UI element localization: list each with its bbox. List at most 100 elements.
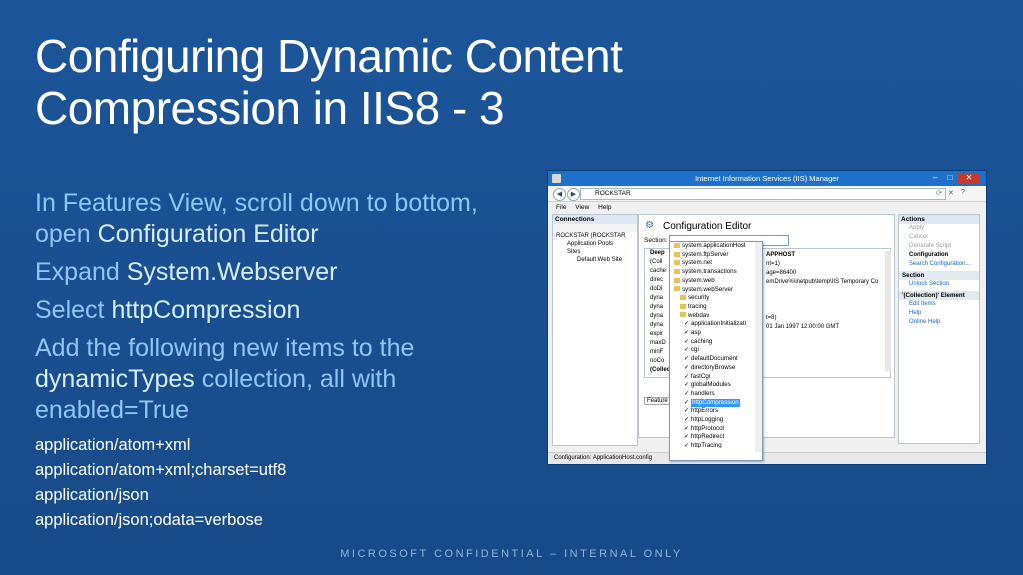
bullet-list: In Features View, scroll down to bottom,…: [35, 188, 535, 533]
dropdown-item[interactable]: ✓ caching: [670, 338, 762, 347]
grid-value: t=8): [766, 315, 777, 321]
mime-type-item: application/json;odata=verbose: [35, 511, 263, 529]
dropdown-item[interactable]: ✓ httpProtocol: [670, 425, 762, 434]
dropdown-item[interactable]: ✓ fastCgi: [670, 373, 762, 382]
dropdown-item[interactable]: system.applicationHost: [670, 242, 762, 251]
dropdown-item[interactable]: system.ftpServer: [670, 251, 762, 260]
maximize-icon[interactable]: □: [943, 173, 957, 183]
forward-icon[interactable]: ▶: [567, 188, 580, 201]
dropdown-item[interactable]: system.transactions: [670, 268, 762, 277]
grid-value: emDrive%\inetpub\temp\IIS Temporary Co: [766, 279, 879, 285]
action-help[interactable]: Help: [899, 309, 979, 318]
tree-server[interactable]: ROCKSTAR (ROCKSTAR: [553, 232, 637, 240]
iis-manager-window: Internet Information Services (IIS) Mana…: [547, 170, 987, 465]
actions-header: Actions: [899, 215, 979, 224]
menu-bar: File View Help: [548, 202, 986, 213]
help-icon[interactable]: ?: [961, 189, 965, 196]
title-line-2: Compression in IIS8 - 3: [35, 82, 505, 134]
dropdown-item-selected[interactable]: ✓ httpCompression: [670, 398, 762, 408]
mime-type-item: application/json: [35, 486, 149, 504]
check-icon: ✓: [684, 398, 691, 406]
check-icon: ✓: [684, 329, 691, 337]
action-cancel[interactable]: Cancel: [899, 233, 979, 242]
check-icon: ✓: [684, 424, 691, 432]
dropdown-item[interactable]: system.net: [670, 259, 762, 268]
folder-icon: [680, 303, 686, 309]
dropdown-item[interactable]: webdav: [670, 312, 762, 321]
refresh-icon[interactable]: ⟳: [936, 189, 942, 197]
slide-title: Configuring Dynamic Content Compression …: [35, 30, 755, 134]
title-line-1: Configuring Dynamic Content: [35, 30, 623, 82]
actions-panel: Actions Apply Cancel Generate Script Con…: [898, 214, 980, 444]
menu-view[interactable]: View: [575, 204, 589, 211]
action-online-help[interactable]: Online Help: [899, 318, 979, 327]
dropdown-item[interactable]: ✓ httpRedirect: [670, 433, 762, 442]
bullet-1: In Features View, scroll down to bottom,…: [35, 188, 535, 250]
check-icon: ✓: [684, 416, 691, 424]
check-icon: ✓: [684, 381, 691, 389]
bullet-4-highlight: dynamicTypes: [35, 365, 195, 393]
connections-panel: Connections ROCKSTAR (ROCKSTAR Applicati…: [552, 214, 638, 446]
dropdown-item[interactable]: ✓ directoryBrowse: [670, 364, 762, 373]
check-icon: ✓: [684, 433, 691, 441]
folder-icon: [674, 286, 680, 292]
action-apply[interactable]: Apply: [899, 224, 979, 233]
folder-icon: [674, 251, 680, 257]
address-input[interactable]: ROCKSTAR: [580, 188, 946, 200]
action-search-configuration[interactable]: Search Configuration...: [899, 260, 979, 269]
connections-toolbar: [553, 224, 637, 232]
dropdown-item[interactable]: ✓ httpErrors: [670, 407, 762, 416]
dropdown-item[interactable]: ✓ defaultDocument: [670, 355, 762, 364]
window-titlebar: Internet Information Services (IIS) Mana…: [548, 171, 986, 186]
action-unlock-section[interactable]: Unlock Section: [899, 280, 979, 289]
bullet-2-text: Expand: [35, 258, 127, 286]
dropdown-item[interactable]: ✓ httpLogging: [670, 416, 762, 425]
check-icon: ✓: [684, 355, 691, 363]
back-icon[interactable]: ◀: [553, 188, 566, 201]
dropdown-item[interactable]: system.web: [670, 277, 762, 286]
config-editor-icon: ⚙: [645, 220, 654, 231]
dropdown-scrollbar[interactable]: [755, 242, 762, 452]
dropdown-item[interactable]: ✓ applicationInitializati: [670, 320, 762, 329]
folder-icon: [674, 260, 680, 266]
close-icon[interactable]: ✕: [958, 173, 980, 183]
grid-value: APPHOST: [766, 252, 796, 258]
folder-icon: [674, 277, 680, 283]
tree-sites[interactable]: Sites: [553, 248, 637, 256]
features-view-tab[interactable]: Feature: [644, 397, 671, 405]
window-title: Internet Information Services (IIS) Mana…: [695, 174, 839, 183]
action-generate-script[interactable]: Generate Script: [899, 242, 979, 251]
menu-help[interactable]: Help: [598, 204, 611, 211]
tree-app-pools[interactable]: Application Pools: [553, 240, 637, 248]
bullet-1-highlight: Configuration Editor: [97, 220, 319, 248]
grid-scrollbar[interactable]: [885, 251, 891, 371]
grid-value: age=86400: [766, 270, 797, 276]
dropdown-item[interactable]: system.webServer: [670, 286, 762, 295]
check-icon: ✓: [684, 389, 691, 397]
bullet-4: Add the following new items to the dynam…: [35, 333, 535, 426]
dropdown-item[interactable]: security: [670, 294, 762, 303]
bullet-4-text: Add the following new items to the: [35, 334, 415, 362]
menu-file[interactable]: File: [556, 204, 566, 211]
dropdown-item[interactable]: ✓ httpTracing: [670, 442, 762, 448]
dropdown-item[interactable]: ✓ globalModules: [670, 381, 762, 390]
grid-values: APPHOST nt=1) age=86400 emDrive%\inetpub…: [766, 251, 884, 332]
bullet-3-highlight: httpCompression: [111, 296, 301, 324]
check-icon: ✓: [684, 363, 691, 371]
tree-default-web-site[interactable]: Default Web Site: [553, 256, 637, 264]
actions-collection-header: '(Collection)' Element: [899, 291, 979, 300]
folder-icon: [674, 242, 680, 248]
dropdown-item[interactable]: ✓ handlers: [670, 390, 762, 399]
action-edit-items[interactable]: Edit Items: [899, 300, 979, 309]
section-dropdown-list[interactable]: system.applicationHost system.ftpServer …: [669, 241, 763, 461]
action-configuration-heading: Configuration: [909, 252, 949, 258]
actions-section-header: Section: [899, 271, 979, 280]
dropdown-item[interactable]: tracing: [670, 303, 762, 312]
minimize-icon[interactable]: –: [928, 173, 942, 183]
check-icon: ✓: [684, 337, 691, 345]
stop-icon[interactable]: ✕: [948, 189, 954, 197]
dropdown-item[interactable]: ✓ asp: [670, 329, 762, 338]
dropdown-item[interactable]: ✓ cgi: [670, 346, 762, 355]
check-icon: ✓: [684, 407, 691, 415]
mime-type-item: application/atom+xml;charset=utf8: [35, 461, 287, 479]
